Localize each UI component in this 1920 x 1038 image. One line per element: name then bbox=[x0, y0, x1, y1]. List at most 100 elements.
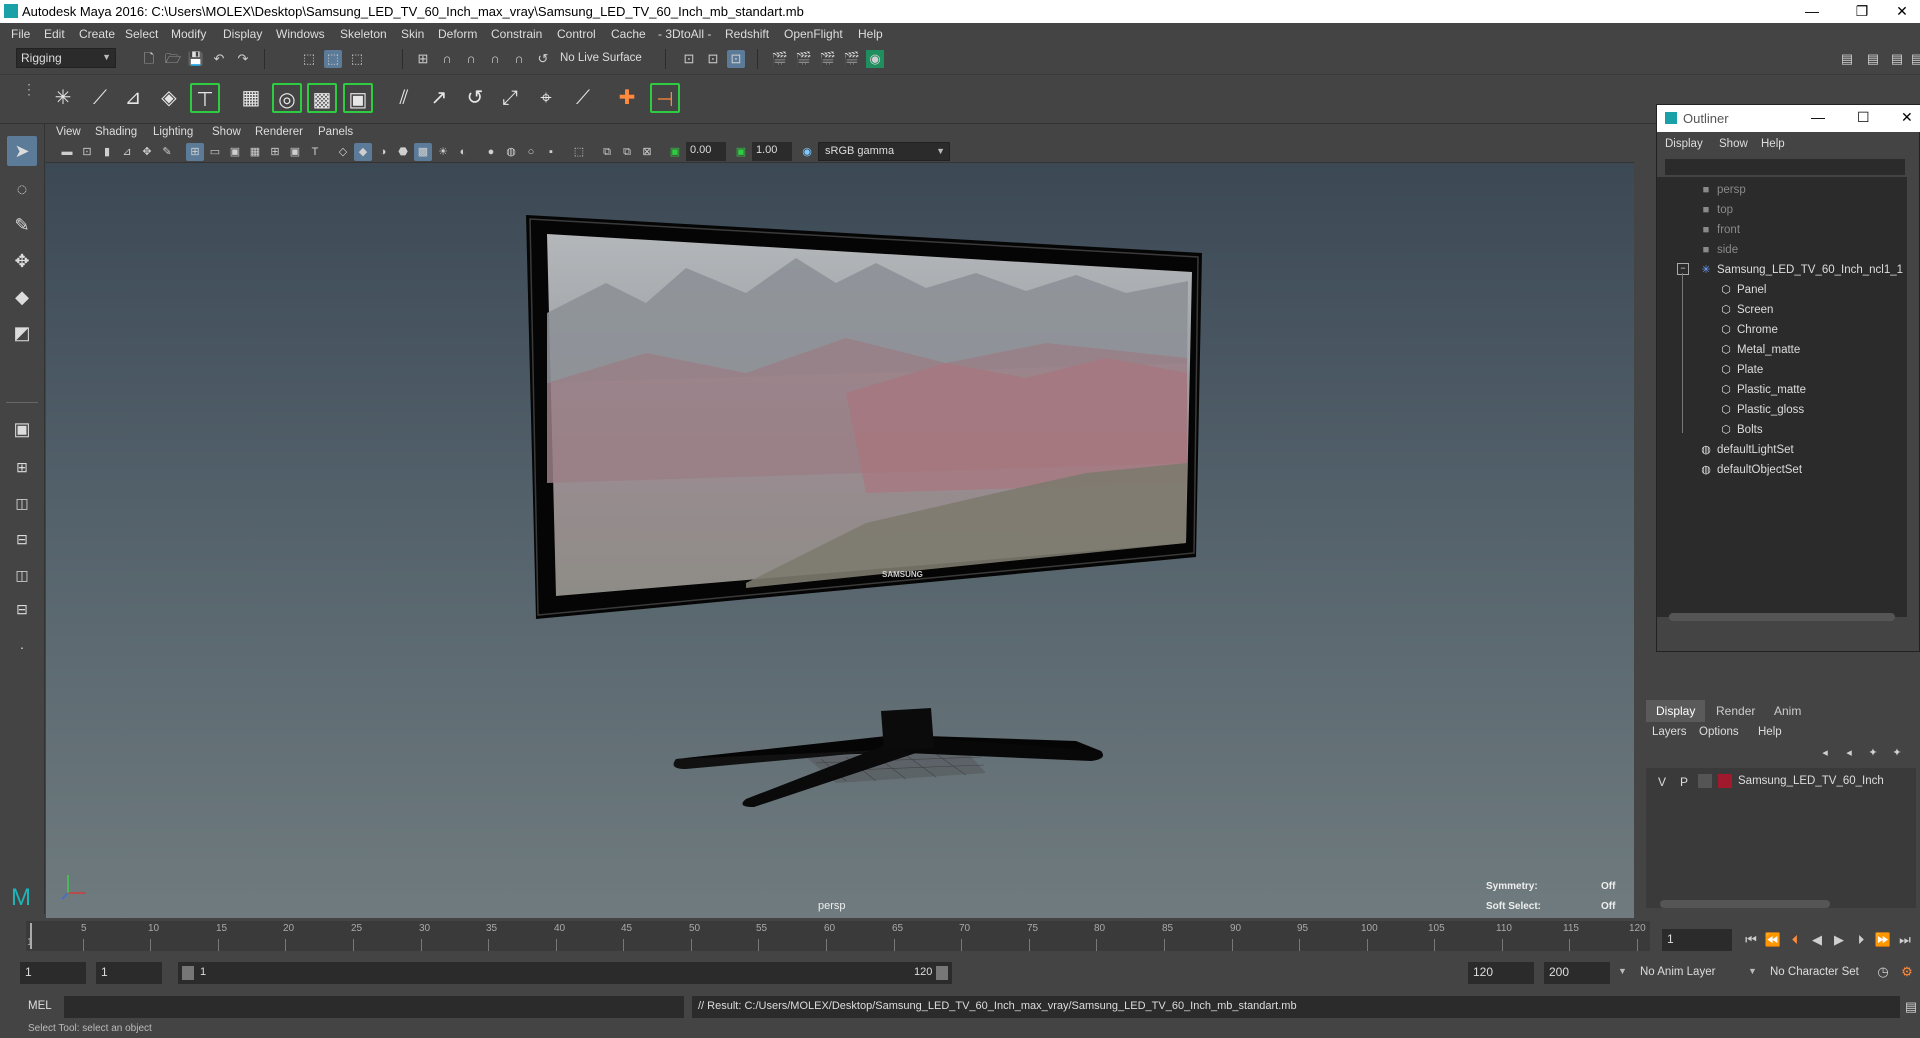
exposure-field[interactable]: 0.00 bbox=[686, 142, 726, 161]
xray-joints-icon[interactable]: ⧉ bbox=[618, 143, 636, 161]
viewport-menu-show[interactable]: Show bbox=[212, 126, 241, 138]
gamma-field[interactable]: 1.00 bbox=[752, 142, 792, 161]
textured-icon[interactable]: ▩ bbox=[414, 143, 432, 161]
lattice-icon[interactable]: ▩ bbox=[307, 83, 337, 113]
outliner-item-plastic-matte[interactable]: ⬡ Plastic_matte bbox=[1719, 381, 1806, 399]
select-object-icon[interactable]: ⬚ bbox=[324, 50, 342, 68]
color-management-icon[interactable]: ◉ bbox=[798, 143, 816, 161]
layer-playback-toggle[interactable]: P bbox=[1680, 775, 1688, 789]
script-editor-icon[interactable]: ▤ bbox=[1902, 998, 1920, 1016]
shadows-icon[interactable]: ◐ bbox=[454, 143, 472, 161]
ipr-render-icon[interactable]: 🎬 bbox=[795, 50, 813, 68]
outliner-item-plate[interactable]: ⬡ Plate bbox=[1719, 361, 1763, 379]
range-bar[interactable]: 1 120 bbox=[178, 962, 952, 984]
layout-four-icon[interactable]: ⊞ bbox=[7, 452, 37, 482]
output-ops-icon[interactable]: ⊡ bbox=[704, 50, 722, 68]
rotate-tool-icon[interactable]: ◆ bbox=[7, 282, 37, 312]
chevron-down-icon[interactable]: ▼ bbox=[1748, 966, 1757, 976]
image-plane-icon[interactable]: ⊿ bbox=[118, 143, 136, 161]
redo-icon[interactable]: ↷ bbox=[234, 50, 252, 68]
menu-modify[interactable]: Modify bbox=[171, 27, 206, 41]
wireframe-icon[interactable]: ◇ bbox=[334, 143, 352, 161]
channel-box-icon[interactable]: ▤ bbox=[1908, 50, 1920, 68]
hypershade-icon[interactable]: 🎬 bbox=[843, 50, 861, 68]
outliner-item-group[interactable]: ✳ Samsung_LED_TV_60_Inch_ncl1_1 bbox=[1699, 261, 1903, 279]
wrap-icon[interactable]: ▣ bbox=[343, 83, 373, 113]
menu-file[interactable]: File bbox=[11, 27, 30, 41]
step-back-frame-icon[interactable]: ⏴ bbox=[1786, 931, 1804, 949]
layout-graph-icon[interactable]: ◫ bbox=[7, 560, 37, 590]
playback-start-field[interactable]: 1 bbox=[96, 962, 162, 984]
construction-history-icon[interactable]: ⊡ bbox=[727, 50, 745, 68]
end-time-field[interactable]: 200 bbox=[1544, 962, 1610, 984]
render-settings-icon[interactable]: 🎬 bbox=[819, 50, 837, 68]
command-input[interactable] bbox=[64, 996, 684, 1018]
move-layer-up-icon[interactable]: ◂ bbox=[1816, 744, 1834, 762]
layout-persp-icon[interactable]: ⊟ bbox=[7, 594, 37, 624]
tv-model[interactable]: SAMSUNG bbox=[46, 163, 1634, 918]
tab-anim[interactable]: Anim bbox=[1764, 700, 1811, 722]
layer-horizontal-scrollbar[interactable] bbox=[1660, 900, 1830, 908]
grease-pencil-icon[interactable]: ✎ bbox=[158, 143, 176, 161]
outliner-item-top[interactable]: ■ top bbox=[1699, 201, 1733, 219]
orient-constraint-icon[interactable]: ↺ bbox=[460, 83, 490, 113]
tab-display[interactable]: Display bbox=[1646, 700, 1706, 722]
layout-outliner-icon[interactable]: ⊟ bbox=[7, 524, 37, 554]
step-back-key-icon[interactable]: ⏪ bbox=[1764, 931, 1782, 949]
viewport-menu-panels[interactable]: Panels bbox=[318, 126, 353, 138]
ik-spline-icon[interactable]: ⊿ bbox=[118, 83, 148, 113]
use-all-lights-icon[interactable]: ☀ bbox=[434, 143, 452, 161]
step-forward-frame-icon[interactable]: ⏵ bbox=[1852, 931, 1870, 949]
xray-components-icon[interactable]: ⊠ bbox=[638, 143, 656, 161]
layout-more-icon[interactable]: · bbox=[7, 632, 37, 662]
outliner-maximize-button[interactable]: ☐ bbox=[1857, 109, 1870, 126]
menu-windows[interactable]: Windows bbox=[276, 27, 325, 41]
snap-grid-icon[interactable]: ⊞ bbox=[414, 50, 432, 68]
set-driven-key-icon[interactable]: ⊣ bbox=[650, 83, 680, 113]
render-frame-icon[interactable]: 🎬 bbox=[771, 50, 789, 68]
field-chart-icon[interactable]: ⊞ bbox=[266, 143, 284, 161]
anim-layer-dropdown[interactable]: No Anim Layer bbox=[1640, 966, 1715, 978]
shelf-grip-icon[interactable]: ⋮ bbox=[22, 81, 36, 98]
start-time-field[interactable]: 1 bbox=[20, 962, 86, 984]
chevron-down-icon[interactable]: ▼ bbox=[1618, 966, 1627, 976]
layer-name[interactable]: Samsung_LED_TV_60_Inch bbox=[1738, 775, 1884, 787]
snap-point-icon[interactable]: ∩ bbox=[462, 50, 480, 68]
outliner-menu-help[interactable]: Help bbox=[1761, 138, 1785, 150]
play-backwards-icon[interactable]: ◀ bbox=[1808, 931, 1826, 949]
aim-constraint-icon[interactable]: ↗ bbox=[424, 83, 454, 113]
locator-icon[interactable]: ✚ bbox=[612, 83, 642, 113]
playback-end-field[interactable]: 120 bbox=[1468, 962, 1534, 984]
collapse-toggle-icon[interactable]: − bbox=[1677, 263, 1689, 275]
menu-redshift[interactable]: Redshift bbox=[725, 27, 769, 41]
auto-key-icon[interactable]: ◷ bbox=[1874, 963, 1892, 981]
go-to-end-icon[interactable]: ⏭ bbox=[1896, 931, 1914, 949]
lasso-tool-icon[interactable]: ◌ bbox=[7, 174, 37, 204]
menu-select[interactable]: Select bbox=[125, 27, 158, 41]
menu-3dtoall[interactable]: - 3DtoAll - bbox=[658, 27, 711, 41]
outliner-item-plastic-gloss[interactable]: ⬡ Plastic_gloss bbox=[1719, 401, 1804, 419]
motion-blur-icon[interactable]: ◍ bbox=[502, 143, 520, 161]
go-to-start-icon[interactable]: ⏮ bbox=[1742, 931, 1760, 949]
outliner-minimize-button[interactable]: — bbox=[1811, 109, 1825, 125]
step-forward-key-icon[interactable]: ⏩ bbox=[1874, 931, 1892, 949]
viewport-menu-shading[interactable]: Shading bbox=[95, 126, 137, 138]
menu-skin[interactable]: Skin bbox=[401, 27, 424, 41]
camera-lock-icon[interactable]: ⊡ bbox=[78, 143, 96, 161]
layer-menu-layers[interactable]: Layers bbox=[1652, 726, 1687, 738]
outliner-item-chrome[interactable]: ⬡ Chrome bbox=[1719, 321, 1778, 339]
outliner-close-button[interactable]: ✕ bbox=[1901, 109, 1913, 126]
time-ruler[interactable]: 1 5 10 15 20 25 30 35 40 45 50 55 60 65 … bbox=[26, 921, 1650, 951]
layer-type-toggle[interactable] bbox=[1698, 774, 1712, 788]
menu-display[interactable]: Display bbox=[223, 27, 262, 41]
scale-constraint-icon[interactable]: ⤢ bbox=[495, 83, 525, 113]
xray-icon[interactable]: ⧉ bbox=[598, 143, 616, 161]
animation-prefs-icon[interactable]: ⚙ bbox=[1898, 963, 1916, 981]
smooth-shade-icon[interactable]: ◆ bbox=[354, 143, 372, 161]
select-tool-icon[interactable]: ➤ bbox=[7, 136, 37, 166]
tool-settings-icon[interactable]: ▤ bbox=[1888, 50, 1906, 68]
outliner-horizontal-scrollbar[interactable] bbox=[1669, 613, 1895, 621]
joint-tool-icon[interactable]: ✳ bbox=[48, 83, 78, 113]
paint-select-icon[interactable]: ✎ bbox=[7, 210, 37, 240]
menu-create[interactable]: Create bbox=[79, 27, 115, 41]
